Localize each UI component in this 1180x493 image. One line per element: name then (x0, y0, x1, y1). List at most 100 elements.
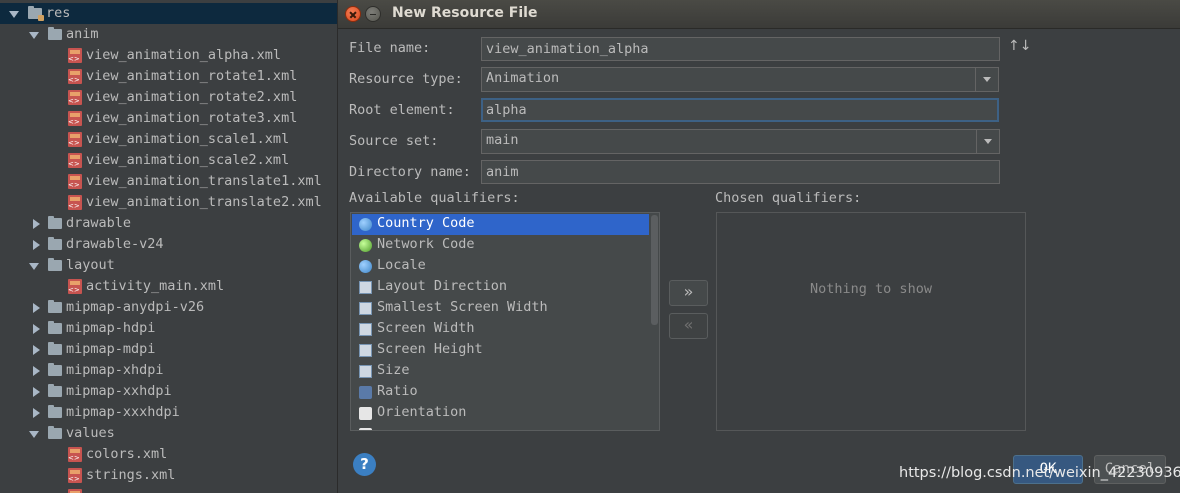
tree-file-item[interactable]: view_animation_scale1.xml (0, 129, 340, 150)
scrollbar[interactable] (651, 215, 658, 325)
minimize-icon[interactable] (365, 6, 381, 22)
collapse-arrow-icon[interactable] (30, 239, 42, 251)
tree-item-mipmap-xhdpi[interactable]: mipmap-xhdpi (0, 360, 340, 381)
list-item[interactable]: Orientation (352, 403, 649, 424)
orientation-icon (359, 407, 372, 420)
tree-item-label: colors.xml (86, 446, 168, 462)
height-icon (359, 344, 372, 357)
collapse-arrow-icon[interactable] (30, 218, 42, 230)
dialog-title: New Resource File (392, 5, 538, 21)
collapse-arrow-icon[interactable] (30, 407, 42, 419)
tree-file-item[interactable]: activity_main.xml (0, 276, 340, 297)
xml-file-icon (68, 447, 82, 462)
size-icon (359, 365, 372, 378)
resource-type-select[interactable]: Animation (481, 67, 999, 92)
list-item[interactable]: Country Code (352, 214, 649, 235)
new-resource-file-dialog: New Resource File File name: view_animat… (337, 0, 1180, 493)
tree-item-mipmap-mdpi[interactable]: mipmap-mdpi (0, 339, 340, 360)
list-item[interactable]: Ratio (352, 382, 649, 403)
list-item[interactable]: Network Code (352, 235, 649, 256)
file-name-field[interactable]: view_animation_alpha (481, 37, 1000, 61)
tree-file-item[interactable] (0, 486, 340, 493)
tree-item-drawable[interactable]: drawable (0, 213, 340, 234)
tree-item-mipmap-anydpi[interactable]: mipmap-anydpi-v26 (0, 297, 340, 318)
qualifier-label: Layout Direction (377, 278, 508, 294)
qualifier-label: Ratio (377, 383, 418, 399)
tree-item-label: view_animation_alpha.xml (86, 47, 282, 63)
tree-item-label: view_animation_translate2.xml (86, 194, 322, 210)
list-item[interactable]: Smallest Screen Width (352, 298, 649, 319)
tree-file-item[interactable]: view_animation_translate1.xml (0, 171, 340, 192)
folder-icon (48, 237, 62, 250)
chevron-down-icon[interactable] (976, 130, 999, 153)
remove-qualifier-button[interactable]: « (669, 313, 708, 339)
qualifier-label: Locale (377, 257, 426, 273)
tree-item-mipmap-xxxhdpi[interactable]: mipmap-xxxhdpi (0, 402, 340, 423)
dialog-titlebar[interactable]: New Resource File (338, 0, 1180, 29)
source-set-select[interactable]: main (481, 129, 1000, 154)
tree-file-item[interactable]: view_animation_alpha.xml (0, 45, 340, 66)
qualifier-label: Screen Width (377, 320, 475, 336)
tree-item-label: res (46, 5, 71, 21)
list-item[interactable]: Layout Direction (352, 277, 649, 298)
help-icon[interactable]: ? (353, 453, 376, 476)
resource-type-value: Animation (486, 70, 560, 86)
close-icon[interactable] (345, 6, 361, 22)
source-set-label: Source set: (349, 133, 439, 149)
available-qualifiers-list[interactable]: Country Code Network Code Locale Layout … (350, 212, 660, 431)
expand-arrow-icon[interactable] (28, 260, 40, 272)
add-qualifier-button[interactable]: » (669, 280, 708, 306)
tree-file-item[interactable]: strings.xml (0, 465, 340, 486)
tree-item-mipmap-xxhdpi[interactable]: mipmap-xxhdpi (0, 381, 340, 402)
expand-arrow-icon[interactable] (28, 29, 40, 41)
tree-item-anim[interactable]: anim (0, 24, 340, 45)
tree-item-drawable-v24[interactable]: drawable-v24 (0, 234, 340, 255)
tree-item-label: view_animation_rotate1.xml (86, 68, 298, 84)
tree-file-item[interactable]: view_animation_rotate2.xml (0, 87, 340, 108)
chosen-qualifiers-list[interactable]: Nothing to show (716, 212, 1026, 431)
resource-folder-icon (28, 6, 44, 21)
tree-item-label: mipmap-hdpi (66, 320, 156, 336)
list-item[interactable]: Locale (352, 256, 649, 277)
tree-file-item[interactable]: view_animation_rotate3.xml (0, 108, 340, 129)
tree-item-label: layout (66, 257, 115, 273)
tree-item-label: view_animation_rotate2.xml (86, 89, 298, 105)
sort-icon[interactable]: ↑↓ (1008, 38, 1031, 58)
tree-item-label: view_animation_scale1.xml (86, 131, 290, 147)
tree-file-item[interactable]: view_animation_translate2.xml (0, 192, 340, 213)
tree-file-item[interactable]: view_animation_scale2.xml (0, 150, 340, 171)
tree-item-label: anim (66, 26, 99, 42)
folder-icon (48, 321, 62, 334)
width-icon (359, 302, 372, 315)
expand-arrow-icon[interactable] (28, 428, 40, 440)
xml-file-icon (68, 111, 82, 126)
tree-item-res[interactable]: res (0, 3, 340, 24)
tree-item-layout[interactable]: layout (0, 255, 340, 276)
collapse-arrow-icon[interactable] (30, 302, 42, 314)
list-item[interactable]: Screen Width (352, 319, 649, 340)
root-element-field[interactable]: alpha (481, 98, 999, 122)
xml-file-icon (68, 69, 82, 84)
list-item[interactable] (352, 424, 649, 430)
tree-file-item[interactable]: colors.xml (0, 444, 340, 465)
collapse-arrow-icon[interactable] (30, 344, 42, 356)
collapse-arrow-icon[interactable] (30, 365, 42, 377)
file-name-label: File name: (349, 40, 431, 56)
folder-icon (48, 405, 62, 418)
xml-file-icon (68, 48, 82, 63)
xml-file-icon (68, 468, 82, 483)
chevron-down-icon[interactable] (975, 68, 998, 91)
qualifier-label: Smallest Screen Width (377, 299, 548, 315)
expand-arrow-icon[interactable] (8, 8, 20, 20)
list-item[interactable]: Size (352, 361, 649, 382)
collapse-arrow-icon[interactable] (30, 386, 42, 398)
tree-item-values[interactable]: values (0, 423, 340, 444)
collapse-arrow-icon[interactable] (30, 323, 42, 335)
globe-icon (359, 260, 372, 273)
directory-name-field[interactable]: anim (481, 160, 1000, 184)
tree-item-mipmap-hdpi[interactable]: mipmap-hdpi (0, 318, 340, 339)
tree-item-label: mipmap-anydpi-v26 (66, 299, 205, 315)
list-item[interactable]: Screen Height (352, 340, 649, 361)
tree-file-item[interactable]: view_animation_rotate1.xml (0, 66, 340, 87)
resource-type-label: Resource type: (349, 71, 463, 87)
